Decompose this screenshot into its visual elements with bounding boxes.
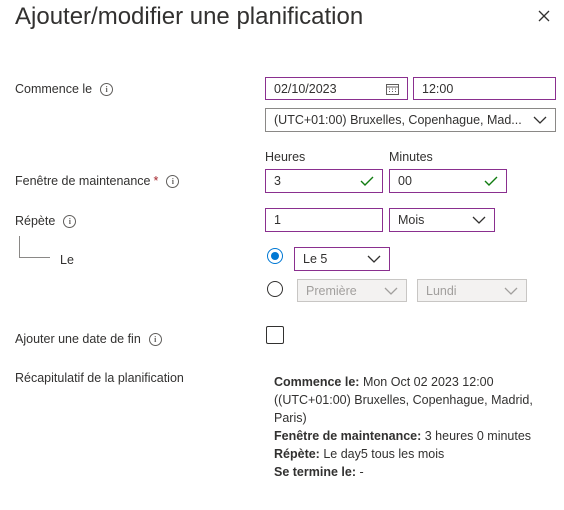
start-time-value: 12:00 [422, 81, 454, 96]
summary-end-value: - [359, 465, 364, 479]
radio-day-of-month[interactable] [267, 248, 283, 264]
summary-timezone: ((UTC+01:00) Bruxelles, Copenhague, Madr… [274, 393, 533, 425]
hours-input[interactable]: 3 [265, 169, 383, 193]
maintenance-label-row: Fenêtre de maintenance * i [15, 174, 180, 189]
end-date-checkbox[interactable] [266, 326, 284, 344]
calendar-icon[interactable] [386, 83, 399, 95]
weekday-value: Lundi [426, 283, 457, 298]
repeat-unit-dropdown[interactable]: Mois [389, 208, 495, 232]
summary-window-key: Fenêtre de maintenance: [274, 429, 422, 443]
start-date-value: 02/10/2023 [274, 81, 337, 96]
minutes-input[interactable]: 00 [389, 169, 507, 193]
minutes-value: 00 [398, 174, 412, 188]
timezone-value: (UTC+01:00) Bruxelles, Copenhague, Mad..… [274, 113, 522, 127]
summary-start-value: Mon Oct 02 2023 12:00 [362, 375, 494, 389]
hours-value: 3 [274, 174, 281, 188]
chevron-down-icon [472, 216, 486, 224]
checkmark-icon [484, 176, 498, 186]
summary-window-value: 3 heures 0 minutes [424, 429, 532, 443]
summary-end: Se termine le: - [274, 463, 552, 481]
start-date-input[interactable]: 02/10/2023 [265, 77, 408, 100]
weekday-dropdown[interactable]: Lundi [417, 279, 527, 302]
end-date-label: Ajouter une date de fin [15, 332, 141, 346]
summary-label: Récapitulatif de la planification [15, 371, 184, 385]
repeat-label-row: Répète i [15, 214, 77, 229]
end-date-label-row: Ajouter une date de fin i [15, 332, 162, 347]
required-marker: * [153, 174, 159, 188]
summary-end-key: Se termine le: [274, 465, 356, 479]
chevron-down-icon [533, 116, 547, 124]
info-icon[interactable]: i [63, 215, 77, 229]
info-icon[interactable]: i [166, 175, 180, 189]
repeat-unit-value: Mois [398, 213, 425, 227]
chevron-down-icon [384, 287, 398, 295]
day-of-month-value: Le 5 [303, 252, 328, 266]
close-icon[interactable] [535, 7, 553, 25]
hours-label: Heures [265, 150, 306, 164]
tree-connector [19, 236, 50, 258]
info-icon[interactable]: i [148, 333, 162, 347]
repeat-label: Répète [15, 214, 56, 228]
summary-window: Fenêtre de maintenance: 3 heures 0 minut… [274, 427, 552, 445]
checkmark-icon [360, 176, 374, 186]
chevron-down-icon [367, 255, 381, 263]
maintenance-label: Fenêtre de maintenance [15, 174, 151, 188]
summary-start: Commence le: Mon Oct 02 2023 12:00 [274, 373, 552, 391]
start-label-row: Commence le i [15, 82, 114, 97]
summary-repeat-value: Le day5 tous les mois [323, 447, 445, 461]
summary-block: Commence le: Mon Oct 02 2023 12:00 ((UTC… [274, 373, 552, 481]
timezone-dropdown[interactable]: (UTC+01:00) Bruxelles, Copenhague, Mad..… [265, 108, 556, 132]
start-time-input[interactable]: 12:00 [413, 77, 556, 100]
week-ordinal-value: Première [306, 283, 357, 298]
start-label: Commence le [15, 82, 93, 96]
week-ordinal-dropdown[interactable]: Première [297, 279, 407, 302]
summary-start-key: Commence le: [274, 375, 360, 389]
dialog-title: Ajouter/modifier une planification [15, 3, 364, 30]
on-label: Le [60, 253, 74, 267]
summary-repeat-key: Répète: [274, 447, 320, 461]
repeat-interval-input[interactable]: 1 [265, 208, 383, 232]
info-icon[interactable]: i [100, 83, 114, 97]
day-of-month-dropdown[interactable]: Le 5 [294, 247, 390, 271]
radio-weekday[interactable] [267, 281, 283, 297]
minutes-label: Minutes [389, 150, 433, 164]
repeat-interval-value: 1 [274, 213, 281, 227]
summary-repeat: Répète: Le day5 tous les mois [274, 445, 552, 463]
chevron-down-icon [504, 287, 518, 295]
